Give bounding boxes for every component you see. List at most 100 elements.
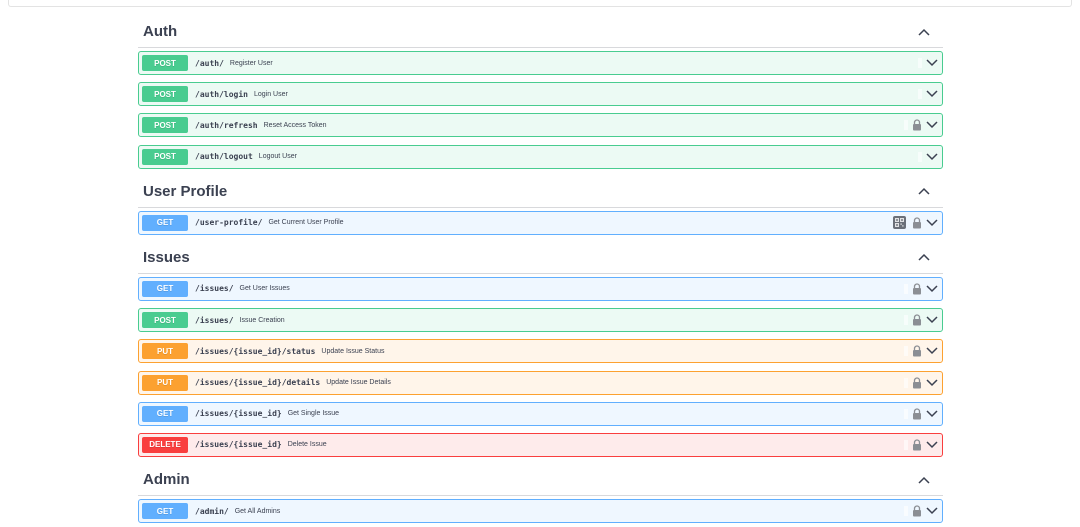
endpoint-summary: Login User [253,90,288,98]
method-badge: PUT [142,343,188,360]
section-issues: Issues GET/issues/Get User Issues POST/iss… [138,242,943,457]
method-badge: POST [142,86,188,103]
endpoint-path: /issues/ [195,284,234,294]
chevron-up-icon[interactable] [909,247,939,267]
operation-get[interactable]: GET/user-profile/Get Current User Profil… [138,210,943,235]
operation-controls [904,340,938,362]
operation-get[interactable]: GET/issues/{issue_id} Get Single Issue [138,401,943,426]
chevron-down-icon[interactable] [926,314,938,326]
method-badge: DELETE [142,436,188,453]
operation-controls [904,372,938,394]
section-header[interactable]: Admin [138,464,943,497]
chevron-up-icon[interactable] [909,22,939,42]
copy-path-button[interactable] [904,346,908,357]
operation-controls [918,52,938,74]
copy-path-button[interactable] [918,58,922,68]
method-badge: PUT [142,374,188,391]
section-header[interactable]: Issues [138,242,943,274]
endpoint-path: /auth/login [195,89,248,99]
section-title: Auth [143,23,178,40]
copy-path-button[interactable] [904,120,908,131]
method-badge: GET [142,214,188,231]
endpoint-summary: Delete Issue [287,441,327,449]
endpoint-summary: Get Single Issue [287,410,340,418]
copy-path-button[interactable] [904,408,908,419]
lock-icon[interactable] [912,505,922,517]
operation-controls [904,403,938,425]
chevron-down-icon[interactable] [926,57,938,69]
operation-post[interactable]: POST/auth/refresh Reset Access Token [138,113,943,138]
lock-icon[interactable] [912,119,922,131]
chevron-down-icon[interactable] [926,217,938,229]
endpoint-path: /auth/logout [195,152,253,162]
operation-put[interactable]: PUT/issues/{issue_id}/details Update Issu… [138,370,943,395]
chevron-down-icon[interactable] [926,505,938,517]
lock-icon[interactable] [912,217,922,229]
copy-path-button[interactable] [918,151,922,162]
chevron-up-icon[interactable] [909,181,939,201]
copy-path-button[interactable] [904,506,908,517]
endpoint-path: /issues/{issue_id}/status [195,346,316,356]
chevron-down-icon[interactable] [926,345,938,357]
lock-icon[interactable] [912,376,922,389]
endpoint-summary: Get All Admins [234,507,281,515]
endpoint-path: /user-profile/ [195,218,263,228]
operation-controls [918,146,938,168]
chevron-down-icon[interactable] [926,151,938,163]
operation-post[interactable]: POST/auth/login Login User [138,82,943,107]
method-badge: GET [142,280,188,297]
lock-icon[interactable] [912,314,922,326]
method-badge: POST [142,312,188,329]
section-header[interactable]: User Profile [138,176,943,208]
endpoint-summary: Get User Issues [239,285,290,293]
chevron-down-icon[interactable] [926,439,938,451]
section-header[interactable]: Auth [138,16,943,48]
operation-controls [893,212,938,234]
method-badge: POST [142,117,188,134]
chevron-up-icon[interactable] [909,470,939,490]
copy-path-button[interactable] [904,377,908,388]
operation-post[interactable]: POST/issues/Issue Creation [138,308,943,333]
operation-controls [904,309,938,331]
endpoint-path: /auth/refresh [195,120,258,130]
endpoint-path: /issues/{issue_id}/details [195,378,321,387]
lock-icon[interactable] [912,345,922,357]
endpoint-path: /issues/ [195,315,234,325]
lock-icon[interactable] [912,283,922,295]
method-badge: GET [142,405,188,422]
section-auth: Auth POST/auth/Register User POST/auth/log… [138,16,943,169]
endpoint-summary: Get Current User Profile [268,219,344,227]
api-operations-list: Auth POST/auth/Register User POST/auth/log… [138,16,943,527]
endpoint-path: /issues/{issue_id} [195,409,282,419]
chevron-down-icon[interactable] [926,283,938,295]
top-panel-edge [8,0,1072,7]
operation-put[interactable]: PUT/issues/{issue_id}/status Update Issue… [138,339,943,364]
chevron-down-icon[interactable] [926,88,938,100]
copy-path-button[interactable] [904,315,908,326]
endpoint-summary: Update Issue Status [321,347,385,355]
copy-path-button[interactable] [918,89,922,100]
copy-path-button[interactable] [904,283,908,294]
endpoint-summary: Logout User [258,153,297,161]
operation-delete[interactable]: DELETE/issues/{issue_id} Delete Issue [138,432,943,457]
method-badge: GET [142,503,188,520]
section-title: Issues [143,248,190,266]
chevron-down-icon[interactable] [926,119,938,131]
operation-post[interactable]: POST/auth/logout Logout User [138,144,943,169]
chevron-down-icon[interactable] [926,377,938,389]
endpoint-summary: Reset Access Token [263,121,327,129]
lock-icon[interactable] [912,408,922,420]
operation-get[interactable]: GET/issues/Get User Issues [138,276,943,301]
operation-get[interactable]: GET/admin/Get All Admins [138,499,943,524]
qr-code-icon[interactable] [893,216,906,230]
chevron-down-icon[interactable] [926,408,938,420]
copy-path-button[interactable] [904,439,908,450]
operation-post[interactable]: POST/auth/Register User [138,51,943,75]
endpoint-path: /auth/ [195,58,224,68]
section-user-profile: User Profile GET/user-profile/Get Current… [138,176,943,235]
method-badge: POST [142,148,188,165]
lock-icon[interactable] [912,439,922,451]
operation-controls [904,500,938,522]
method-badge: POST [142,55,188,71]
endpoint-path: /admin/ [195,506,229,516]
